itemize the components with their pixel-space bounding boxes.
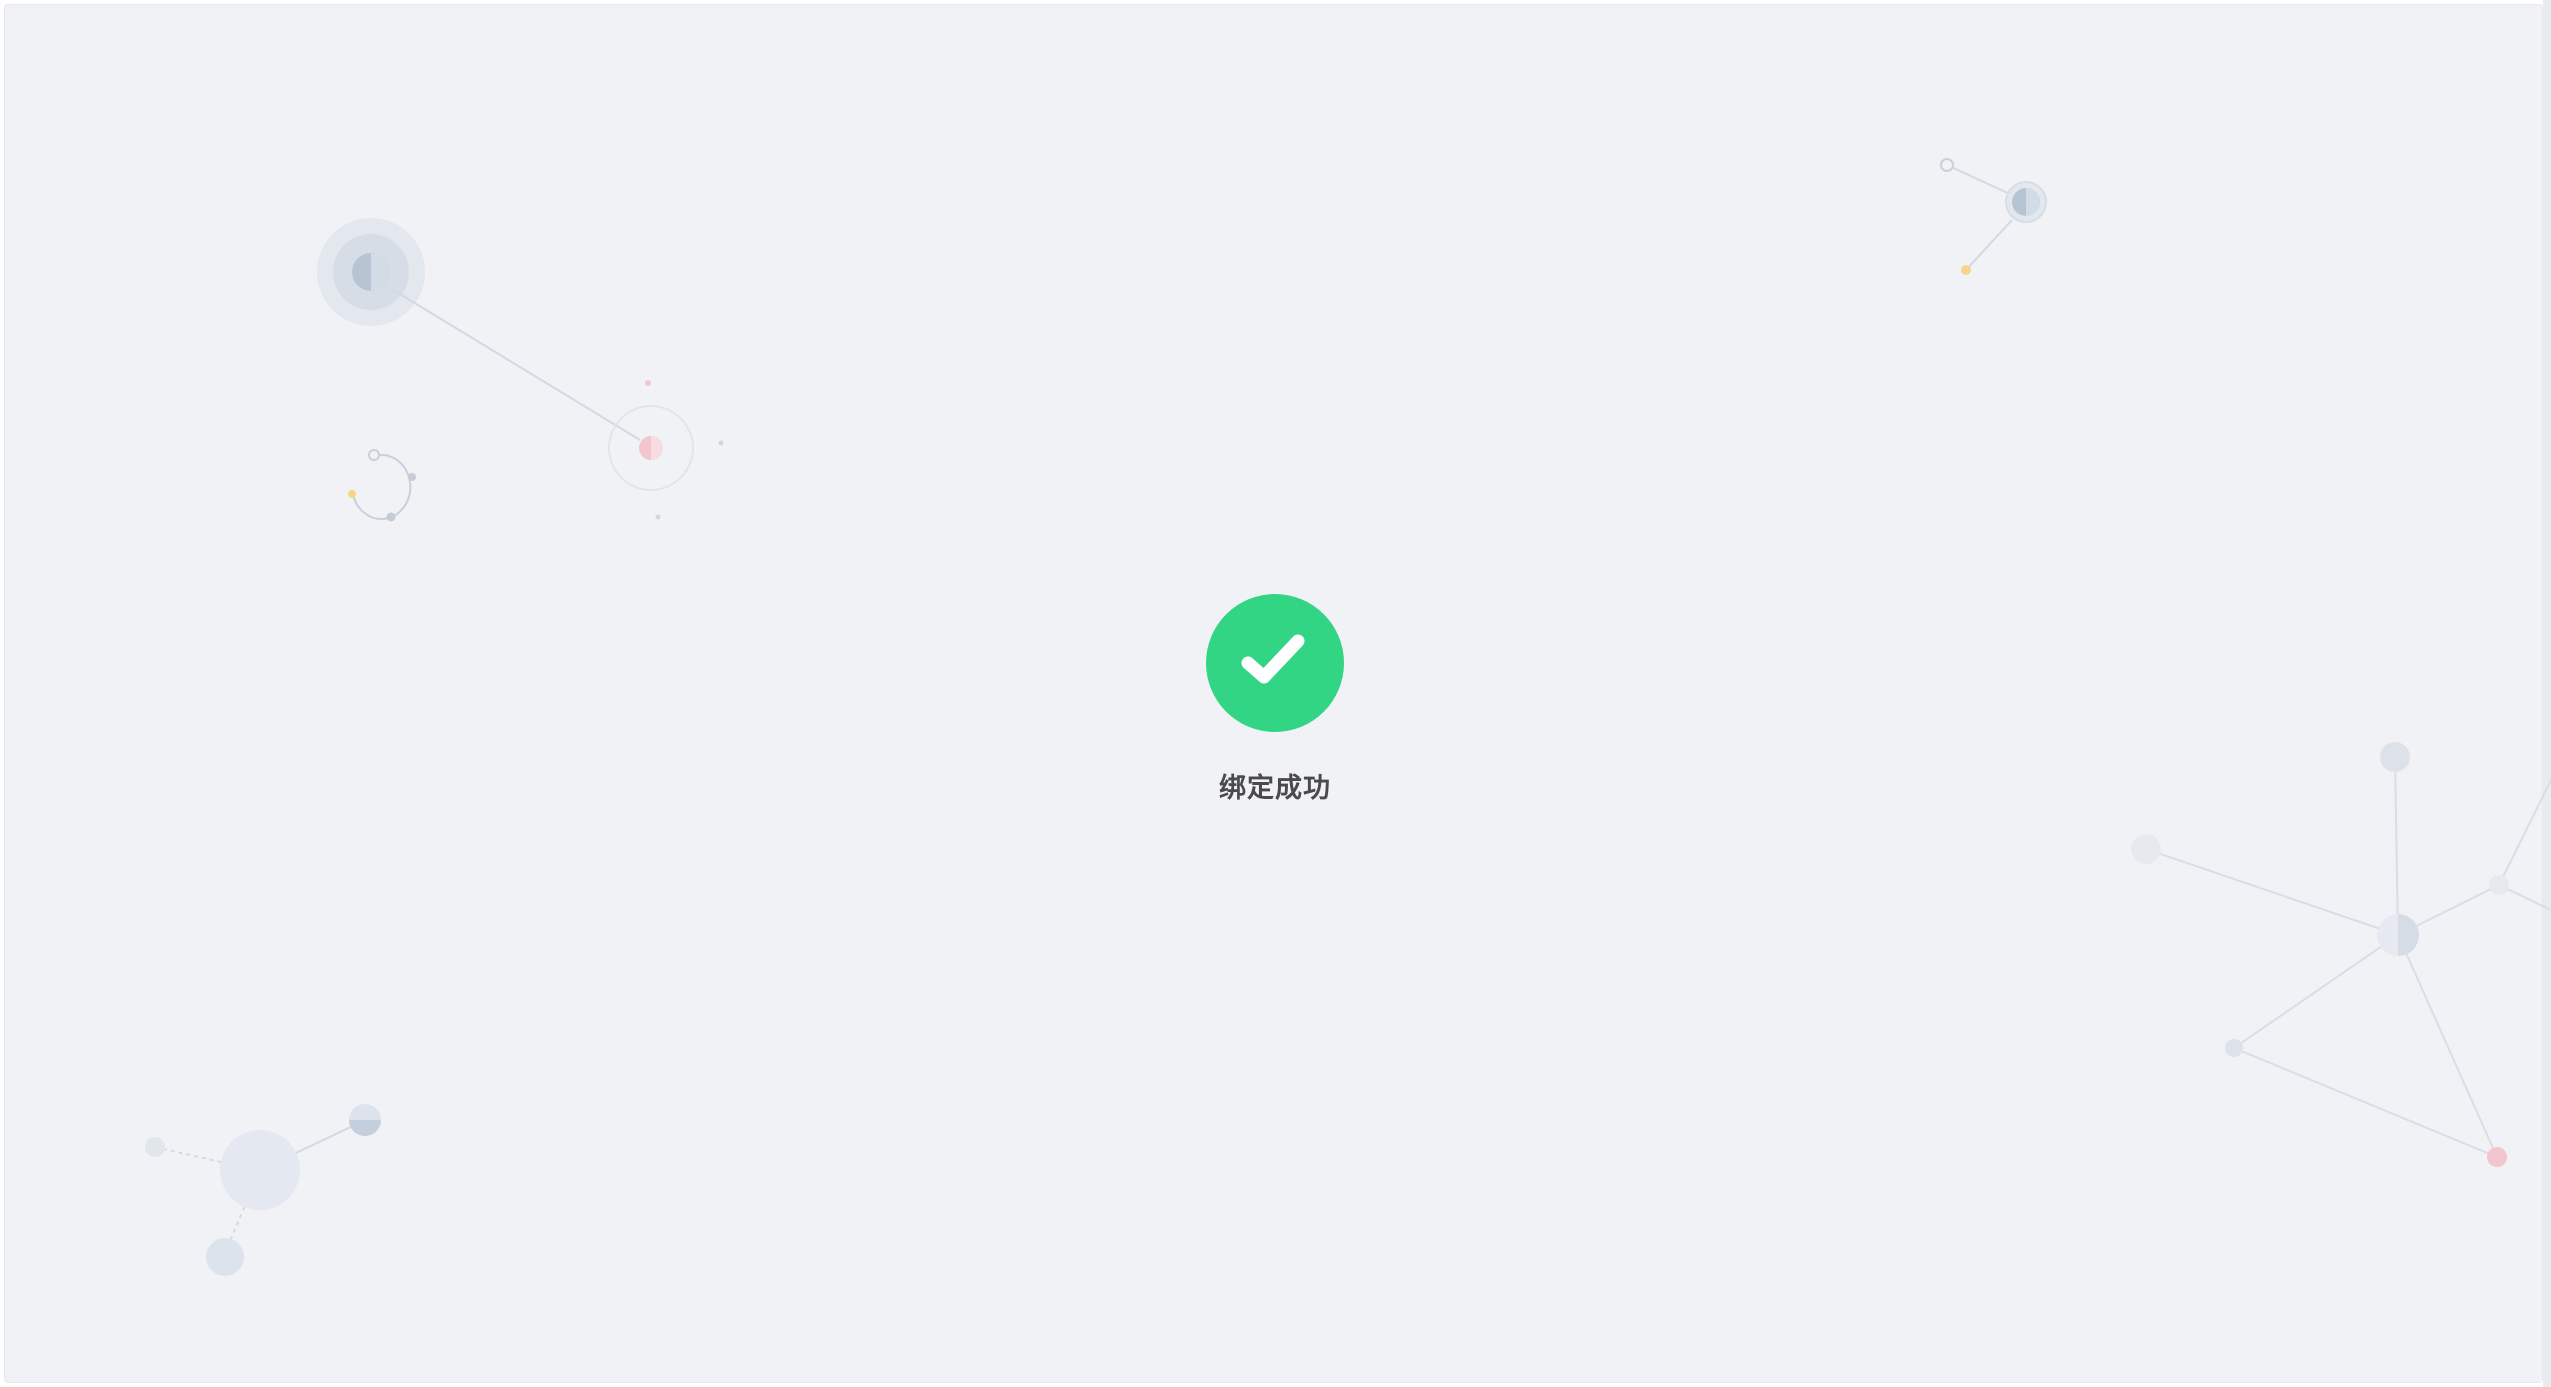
molecule-top-right — [1940, 158, 2047, 275]
success-check-icon — [1206, 594, 1344, 732]
success-message: 绑定成功 — [1219, 773, 1331, 804]
molecule-bottom-left — [145, 1104, 381, 1276]
checkmark-icon — [1241, 634, 1305, 684]
molecule-top-left — [317, 218, 724, 520]
molecule-ring — [348, 449, 416, 522]
bind-result: 绑定成功 — [1205, 594, 1345, 805]
molecule-bottom-right — [2131, 742, 2551, 1167]
